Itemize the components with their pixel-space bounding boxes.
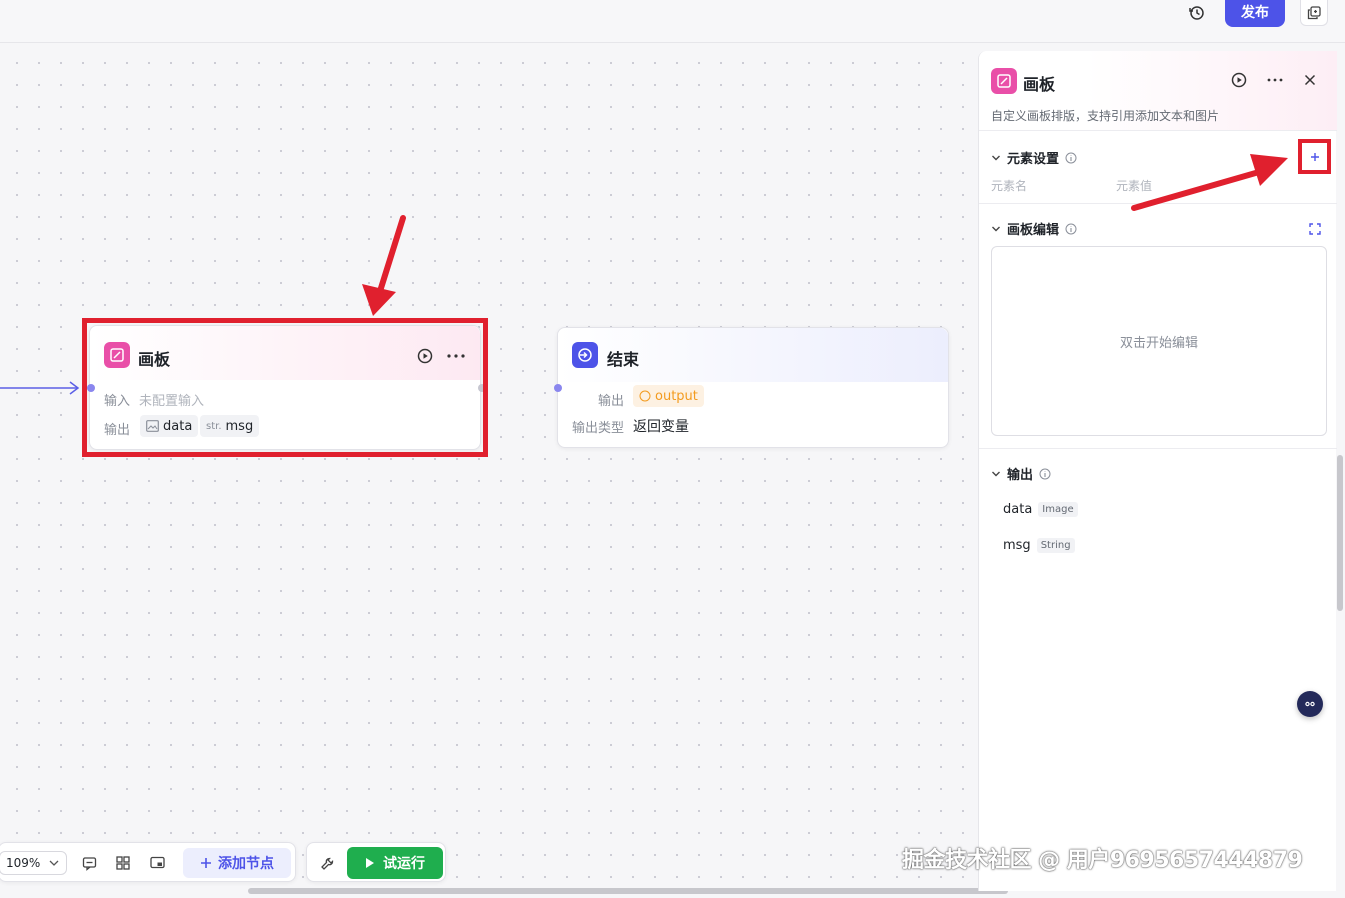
play-icon <box>366 858 374 868</box>
layout-grid-icon[interactable] <box>113 853 133 873</box>
annotation-highlight-box <box>82 318 488 457</box>
chevron-down-icon <box>992 471 1000 476</box>
output-item: msg String <box>1003 538 1075 553</box>
close-icon[interactable] <box>1300 70 1320 90</box>
test-run-button[interactable]: 试运行 <box>347 847 443 879</box>
annotation-arrow-down <box>362 215 406 316</box>
divider <box>979 448 1337 449</box>
zoom-value: 109% <box>6 856 41 870</box>
wrench-icon[interactable] <box>317 853 337 873</box>
more-icon[interactable] <box>1265 70 1285 90</box>
output-type-value: 返回变量 <box>633 419 689 435</box>
output-type: Image <box>1038 502 1078 517</box>
run-node-icon[interactable] <box>1229 70 1249 90</box>
comment-icon[interactable] <box>79 853 99 873</box>
run-toolbar: 试运行 <box>306 842 446 882</box>
node-title: 结束 <box>607 350 640 369</box>
zoom-select[interactable]: 109% <box>0 851 67 875</box>
plus-icon <box>201 858 211 868</box>
add-node-button[interactable]: 添加节点 <box>183 848 291 878</box>
panel-description: 自定义画板排版，支持引用添加文本和图片 <box>991 109 1220 123</box>
vertical-scrollbar[interactable] <box>1337 455 1343 611</box>
end-icon <box>572 342 598 368</box>
canvas-board-icon <box>991 68 1017 94</box>
chevron-down-icon <box>992 155 1000 160</box>
watermark: 掘金技术社区 @ 用户9695657444879 <box>902 848 1303 873</box>
element-settings-header[interactable]: 元素设置 <box>991 148 1077 167</box>
plus-icon <box>1310 152 1319 161</box>
workflow-canvas[interactable] <box>0 44 978 898</box>
add-node-label: 添加节点 <box>218 856 274 872</box>
chevron-down-icon <box>992 226 1000 231</box>
section-title: 画板编辑 <box>1007 223 1060 238</box>
canvas-toolbar: 109% 添加节点 <box>0 842 296 882</box>
horizontal-scrollbar[interactable] <box>248 888 1008 894</box>
panel-header: 画板 自定义画板排版，支持引用添加文本和图片 <box>979 51 1337 131</box>
top-bar: 发布 <box>0 0 1345 43</box>
info-icon <box>1065 223 1077 234</box>
annotation-arrow-right <box>1131 154 1288 211</box>
panel-title: 画板 <box>1023 75 1056 94</box>
assistant-bot-icon[interactable] <box>1297 691 1323 717</box>
output-name: data <box>1003 502 1033 517</box>
copy-icon[interactable] <box>1300 0 1328 26</box>
output-type-label: 输出类型 <box>572 421 625 436</box>
end-node[interactable]: 结束 输出 output 输出类型 返回变量 <box>557 327 949 448</box>
incoming-edge <box>0 381 80 395</box>
output-variable-tag: output <box>633 385 704 407</box>
add-element-button[interactable] <box>1298 139 1331 174</box>
input-port[interactable] <box>554 384 562 392</box>
chevron-down-icon <box>49 860 59 866</box>
info-icon <box>1039 468 1051 479</box>
section-title: 元素设置 <box>1007 152 1060 167</box>
info-icon <box>1065 152 1077 163</box>
expand-icon[interactable] <box>1305 219 1325 239</box>
output-section-header[interactable]: 输出 <box>991 464 1051 483</box>
output-label: 输出 <box>598 394 625 409</box>
minimap-icon[interactable] <box>147 853 167 873</box>
warning-icon <box>639 390 651 402</box>
output-type: String <box>1036 538 1075 553</box>
column-header-name: 元素名 <box>991 179 1028 193</box>
board-edit-header[interactable]: 画板编辑 <box>991 219 1077 238</box>
history-icon[interactable] <box>1186 2 1208 24</box>
output-item: data Image <box>1003 502 1078 517</box>
output-name: msg <box>1003 538 1031 553</box>
run-label: 试运行 <box>383 856 425 872</box>
edit-placeholder: 双击开始编辑 <box>1119 335 1198 351</box>
publish-button[interactable]: 发布 <box>1225 0 1285 27</box>
board-edit-area[interactable]: 双击开始编辑 <box>991 246 1327 436</box>
output-value: output <box>655 388 698 404</box>
section-title: 输出 <box>1007 468 1034 483</box>
